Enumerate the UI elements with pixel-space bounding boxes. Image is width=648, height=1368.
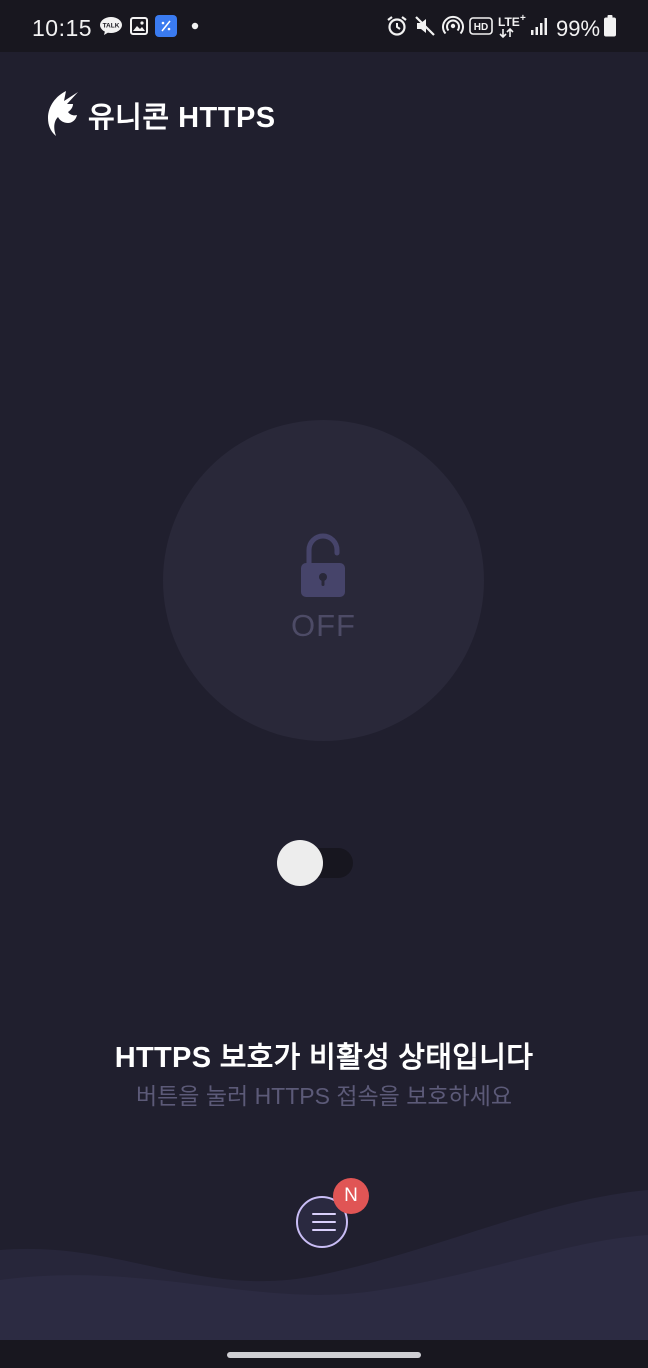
status-bar: 10:15 TALK HD LTE + 99%: [0, 0, 648, 52]
svg-text:HD: HD: [474, 22, 488, 33]
status-time: 10:15: [32, 15, 93, 41]
svg-text:LTE: LTE: [498, 15, 520, 29]
unlocked-padlock-icon: [301, 533, 345, 597]
app-screen: 10:15 TALK HD LTE + 99% 유니콘 HTTPS OFF HT…: [0, 0, 648, 1368]
hamburger-menu-icon: [312, 1221, 336, 1223]
hamburger-menu-icon: [312, 1229, 336, 1231]
unicorn-logo-icon: [44, 88, 80, 143]
protection-toggle[interactable]: [277, 840, 353, 886]
app-header: 유니콘 HTTPS: [44, 88, 276, 142]
kakaotalk-icon-label: TALK: [103, 23, 120, 30]
battery-percentage: 99%: [556, 16, 601, 41]
lte-plus-icon: LTE +: [496, 0, 528, 52]
app-title: 유니콘 HTTPS: [88, 102, 276, 134]
gallery-icon: [128, 0, 150, 52]
protection-state-label: OFF: [291, 608, 356, 643]
new-notification-badge: N: [333, 1178, 369, 1214]
toggle-knob: [277, 840, 323, 886]
protection-power-button[interactable]: OFF: [163, 420, 484, 741]
hotspot-icon: [440, 0, 466, 52]
svg-text:+: +: [520, 13, 526, 24]
dot-icon: [188, 0, 202, 52]
signal-icon: [528, 0, 550, 52]
app-icon: [154, 0, 178, 52]
kakaotalk-icon: TALK: [98, 0, 124, 52]
home-indicator[interactable]: [227, 1352, 421, 1358]
protection-status-title: HTTPS 보호가 비활성 상태입니다: [114, 1042, 534, 1074]
alarm-icon: [384, 0, 410, 52]
hd-icon: HD: [468, 0, 494, 52]
protection-status-subtitle: 버튼을 눌러 HTTPS 접속을 보호하세요: [135, 1083, 513, 1109]
navigation-bar: [0, 1340, 648, 1368]
battery-icon: [602, 0, 618, 52]
hamburger-menu-icon: [312, 1213, 336, 1215]
mute-icon: [412, 0, 438, 52]
